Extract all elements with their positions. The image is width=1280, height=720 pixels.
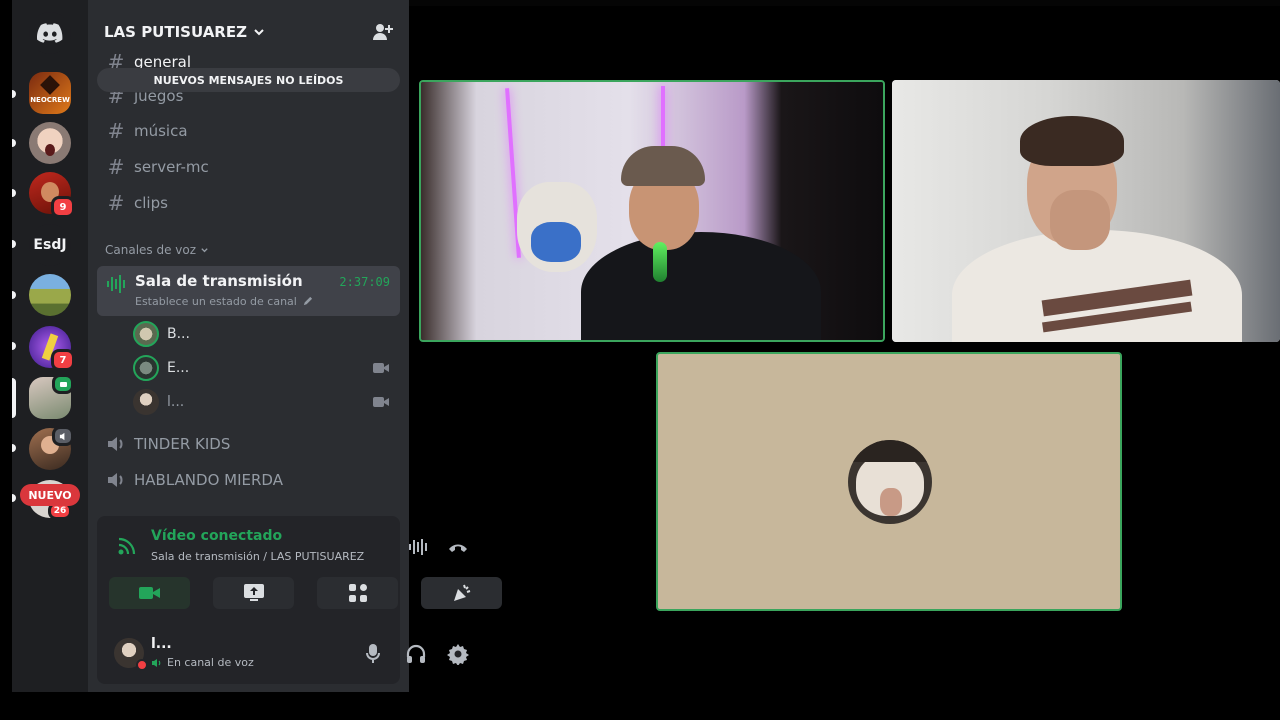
avatar (133, 355, 159, 381)
person-body (581, 232, 821, 340)
activities-button[interactable] (317, 577, 398, 609)
chevron-down-icon (254, 29, 264, 36)
teddy-shirt (531, 222, 581, 262)
screen-share-button[interactable] (213, 577, 294, 609)
unread-indicator (12, 90, 16, 98)
channel-server-mc[interactable]: # server-mc (96, 151, 399, 183)
top-edge (409, 0, 1280, 6)
voice-category-header[interactable]: Canales de voz (105, 243, 209, 257)
camera-button[interactable] (109, 577, 190, 609)
voice-status-title[interactable]: Vídeo conectado (151, 528, 282, 544)
user-avatar-large (848, 440, 932, 524)
unread-indicator (12, 139, 16, 147)
unread-indicator (12, 444, 16, 452)
pencil-icon (303, 296, 312, 306)
voice-user[interactable]: E... (133, 353, 399, 383)
channel-status[interactable]: Establece un estado de canal (135, 295, 313, 308)
neocrew-server-icon[interactable]: NEOCREW (29, 72, 71, 114)
voice-channel-name: Sala de transmisión (135, 272, 303, 290)
voice-user-name: l... (167, 394, 185, 410)
hashtag-icon: # (107, 191, 125, 215)
voice-user[interactable]: B... (133, 319, 399, 349)
disconnect-icon[interactable] (447, 538, 469, 556)
voice-active-badge (52, 374, 74, 394)
avatar (133, 389, 159, 415)
unread-indicator (12, 240, 16, 248)
voice-connected-panel: Vídeo conectado Sala de transmisión / LA… (97, 516, 502, 628)
soundboard-button[interactable] (421, 577, 502, 609)
connection-signal-icon[interactable] (117, 536, 137, 556)
new-server-pill[interactable]: NUEVO (20, 484, 80, 506)
channel-status-text: Establece un estado de canal (135, 295, 297, 308)
voice-channel-name: HABLANDO MIERDA (134, 471, 283, 489)
voice-user[interactable]: l... (133, 387, 399, 417)
video-tile-streamer[interactable] (419, 80, 885, 342)
channel-clips[interactable]: # clips (96, 187, 399, 219)
video-camera-icon (138, 587, 160, 599)
hashtag-icon: # (107, 119, 125, 143)
discord-logo-icon (37, 23, 63, 43)
speaker-icon (108, 437, 123, 451)
speaker-icon (152, 658, 161, 667)
camera-icon (373, 363, 389, 373)
unread-indicator (12, 494, 16, 502)
selected-indicator (12, 378, 16, 418)
channel-musica[interactable]: # música (96, 115, 399, 147)
video-tile-user[interactable] (892, 80, 1280, 342)
mention-badge: 9 (51, 196, 75, 218)
unread-indicator (12, 342, 16, 350)
chevron-down-icon (201, 247, 208, 252)
speaker-badge (52, 426, 74, 446)
add-member-icon[interactable] (371, 22, 393, 42)
settings-gear-icon[interactable] (447, 643, 469, 665)
channel-sidebar: LAS PUTISUAREZ # general NUEVOS MENSAJES… (88, 0, 502, 692)
discord-home-button[interactable] (29, 12, 71, 54)
screaming-face-server-icon[interactable] (29, 122, 71, 164)
voice-user-name: E... (167, 360, 190, 376)
unread-indicator (12, 189, 16, 197)
voice-activity-icon (107, 275, 125, 293)
active-voice-channel[interactable]: Sala de transmisión 2:37:09 Establece un… (97, 266, 400, 316)
server-name-label: NEOCREW (30, 96, 70, 104)
voice-timer: 2:37:09 (339, 275, 390, 289)
mention-badge: 7 (51, 349, 75, 371)
server-rail: NEOCREW 9 EsdJ 7 NUEVO 26 (12, 0, 88, 692)
voice-channel-tinder-kids[interactable]: TINDER KIDS (96, 428, 399, 460)
headphones-icon[interactable] (405, 643, 427, 665)
soundboard-icon (453, 584, 470, 601)
person-hand (1050, 190, 1110, 250)
voice-user-name: B... (167, 326, 190, 342)
unread-indicator (12, 291, 16, 299)
video-tile-camera-off[interactable] (656, 352, 1122, 611)
speaker-icon (108, 473, 123, 487)
voice-channel-hablando-mierda[interactable]: HABLANDO MIERDA (96, 464, 399, 496)
server-name-label: EsdJ (33, 237, 67, 253)
server-name[interactable]: LAS PUTISUAREZ (104, 23, 265, 41)
voice-channel-name: TINDER KIDS (134, 435, 231, 453)
username[interactable]: l... (151, 636, 172, 652)
user-status: En canal de voz (151, 656, 254, 669)
microphone (653, 242, 667, 282)
microphone-icon[interactable] (365, 643, 381, 665)
user-panel: l... En canal de voz (97, 628, 469, 684)
server-title: LAS PUTISUAREZ (104, 23, 247, 41)
camera-icon (373, 397, 389, 407)
person-hair (1020, 116, 1124, 166)
status-indicator (136, 659, 148, 671)
avatar (133, 321, 159, 347)
activities-icon (348, 584, 367, 602)
new-messages-bar[interactable]: NUEVOS MENSAJES NO LEÍDOS (97, 68, 400, 92)
text-server-icon[interactable]: EsdJ (29, 224, 71, 266)
landscape-server-icon[interactable] (29, 274, 71, 316)
category-name: Canales de voz (105, 243, 197, 257)
user-status-text: En canal de voz (167, 656, 254, 669)
voice-status-subtitle[interactable]: Sala de transmisión / LAS PUTISUAREZ (151, 550, 364, 563)
channel-name: clips (134, 194, 168, 212)
channel-name: música (134, 122, 188, 140)
speaker-icon (59, 432, 64, 440)
screen-share-icon (243, 584, 264, 601)
channel-name: server-mc (134, 158, 209, 176)
hashtag-icon: # (107, 155, 125, 179)
noise-suppression-icon[interactable] (408, 538, 430, 556)
